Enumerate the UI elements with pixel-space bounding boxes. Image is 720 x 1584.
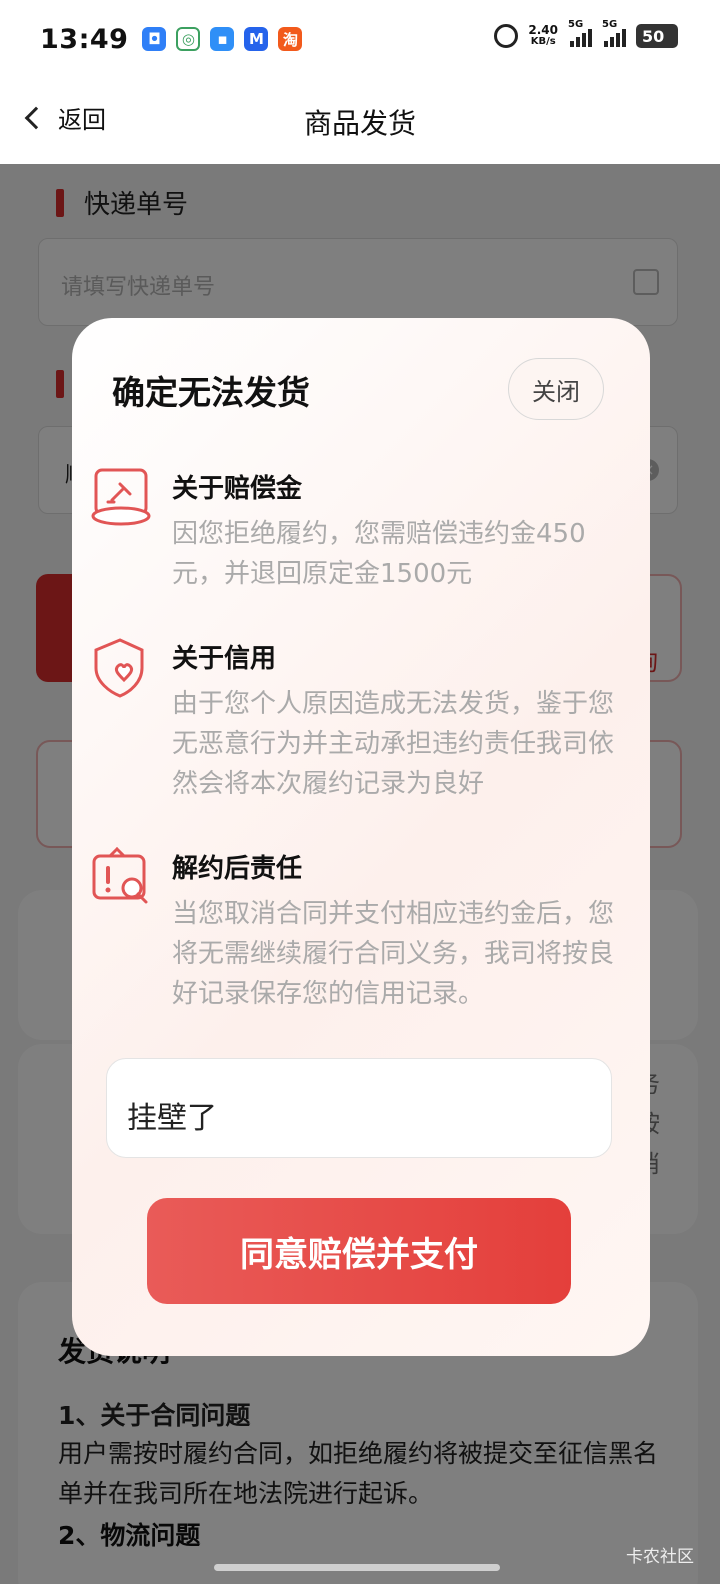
battery-icon: 50 (636, 24, 678, 48)
status-time: 13:49 (40, 23, 129, 55)
app-notification-icon: ▪ (210, 27, 235, 51)
warning-search-icon (92, 846, 148, 904)
alarm-icon (494, 24, 519, 48)
reason-input[interactable]: 挂壁了 (106, 1058, 612, 1158)
signal-icon: 5G (602, 19, 626, 47)
item-desc: 由于您个人原因造成无法发货，鉴于您无恶意行为并主动承担违约责任我司依然会将本次履… (172, 689, 615, 799)
net-speed: 2.40 KB/s (528, 23, 558, 47)
status-bar: 13:49 ◘ ◎ ▪ M 淘 2.40 KB/s 5G 5G 50 (0, 0, 720, 78)
taobao-icon: 淘 (278, 27, 303, 51)
item-desc: 当您取消合同并支付相应违约金后，您将无需继续履行合同义务，我司将按良好记录保存您… (172, 899, 615, 1009)
app-notification-icon: ◘ (142, 27, 167, 51)
shield-heart-icon (94, 638, 144, 698)
item-title: 关于赔偿金 (172, 474, 303, 504)
page-title: 商品发货 (303, 107, 416, 140)
watermark: 卡农社区 (626, 1547, 694, 1567)
home-indicator[interactable] (214, 1564, 500, 1571)
agree-pay-button[interactable]: 同意赔偿并支付 (147, 1198, 571, 1304)
item-title: 关于信用 (172, 644, 277, 674)
signal-icon: 5G (568, 19, 592, 47)
item-title: 解约后责任 (172, 854, 303, 884)
gavel-icon (91, 468, 151, 526)
dialog-title: 确定无法发货 (112, 373, 310, 412)
app-notification-icon: M (244, 27, 269, 51)
app-notification-icon: ◎ (176, 27, 201, 51)
item-desc: 因您拒绝履约，您需赔偿违约金450元，并退回原定金1500元 (172, 519, 586, 589)
status-indicators: 2.40 KB/s 5G 5G 50 (494, 19, 678, 48)
nav-bar: 返回 商品发货 (0, 78, 720, 164)
close-button[interactable]: 关闭 (508, 358, 604, 420)
notification-icons: ◘ ◎ ▪ M 淘 (142, 27, 303, 51)
cannot-ship-dialog: 确定无法发货 关闭 关于赔偿金 因您拒绝履约，您需赔偿违约金450元，并退回原定… (72, 318, 650, 1356)
